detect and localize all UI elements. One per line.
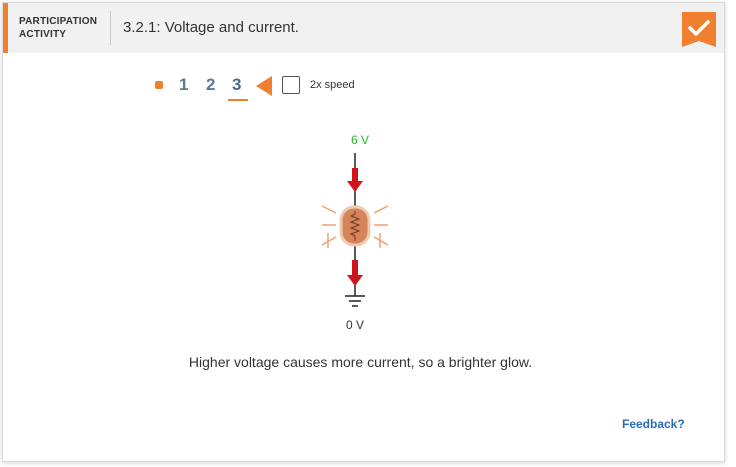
ground-icon xyxy=(345,295,365,307)
resistor-bulb-icon xyxy=(339,205,371,247)
activity-type-line1: PARTICIPATION xyxy=(19,16,98,27)
speed-checkbox[interactable] xyxy=(282,76,300,94)
step-2-button[interactable]: 2 xyxy=(206,75,215,95)
current-step-indicator xyxy=(228,99,248,101)
step-caption: Higher voltage causes more current, so a… xyxy=(188,354,533,370)
activity-title: 3.2.1: Voltage and current. xyxy=(123,19,299,36)
step-1-button[interactable]: 1 xyxy=(179,75,188,95)
header-accent-bar xyxy=(3,3,8,53)
circuit-diagram xyxy=(321,153,389,307)
activity-type-label: PARTICIPATION ACTIVITY xyxy=(19,15,105,41)
start-button[interactable] xyxy=(155,81,163,89)
bottom-current-arrow-icon xyxy=(347,260,363,286)
bottom-voltage-label: 0 V xyxy=(345,318,364,332)
activity-type-line2: ACTIVITY xyxy=(19,29,67,40)
play-back-icon[interactable] xyxy=(256,76,272,96)
step-3-button[interactable]: 3 xyxy=(232,75,241,95)
activity-header: PARTICIPATION ACTIVITY 3.2.1: Voltage an… xyxy=(3,3,724,53)
top-current-arrow-icon xyxy=(347,168,363,192)
feedback-link[interactable]: Feedback? xyxy=(622,417,685,431)
speed-label: 2x speed xyxy=(310,79,355,91)
header-divider xyxy=(110,11,111,45)
completion-check-icon xyxy=(682,12,716,47)
animation-controls: 1 2 3 2x speed xyxy=(150,70,410,101)
